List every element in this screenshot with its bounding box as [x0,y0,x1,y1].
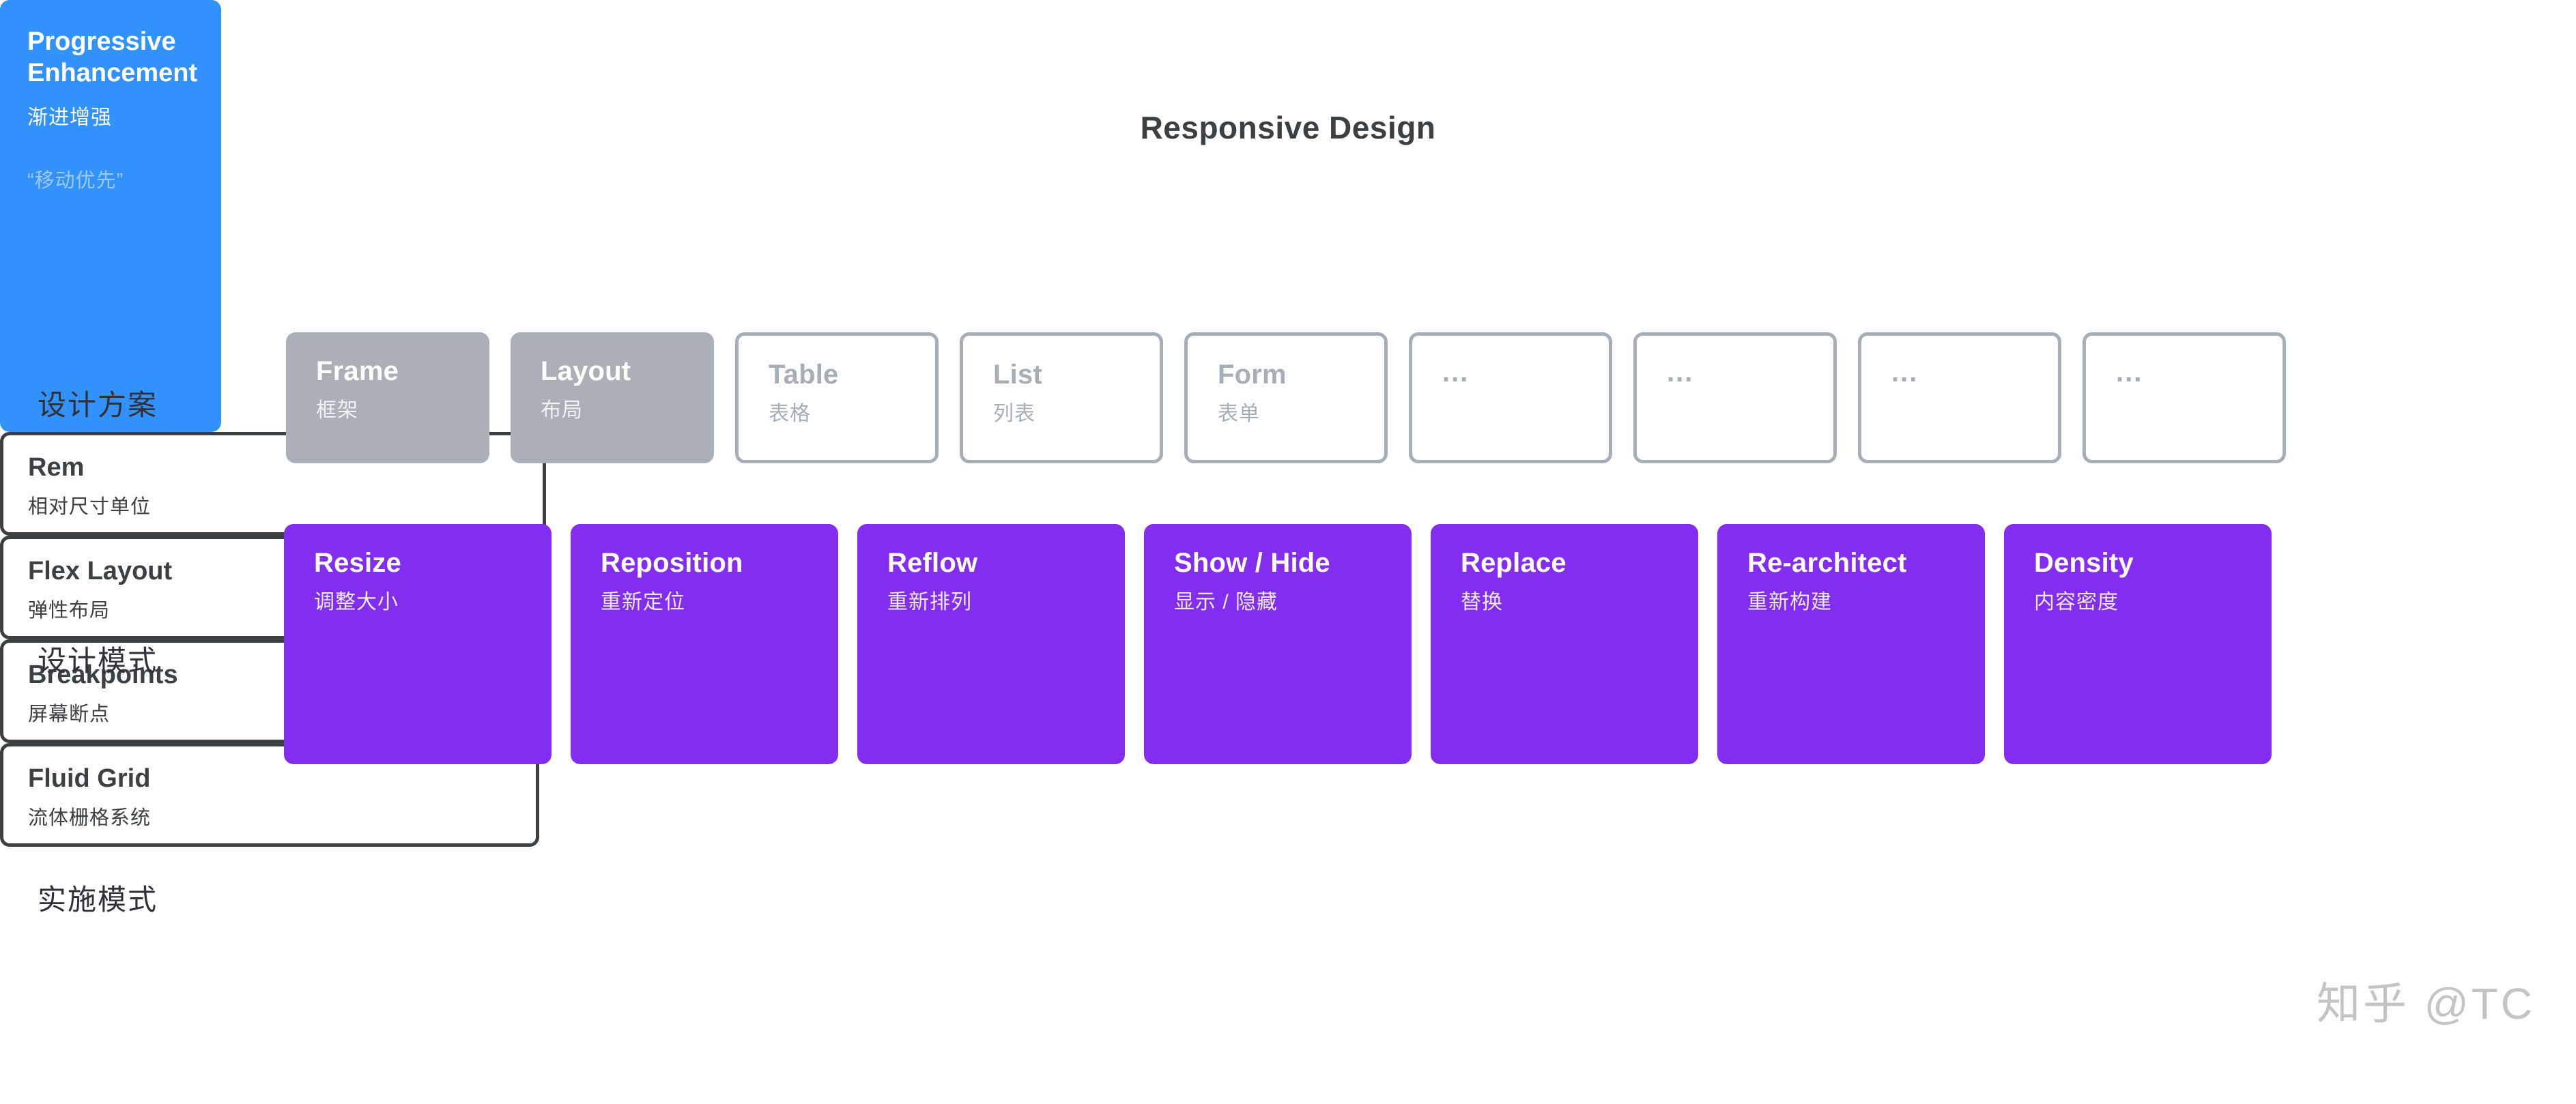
solution-card-placeholder-3[interactable]: ... [1858,332,2061,463]
pattern-card-subtitle: 内容密度 [2034,591,2119,614]
solution-card-subtitle: 列表 [993,403,1035,426]
solution-card-table[interactable]: Table 表格 [735,332,939,463]
progressive-enhancement-card[interactable]: Progressive Enhancement 渐进增强 “移动优先” [0,0,221,432]
diagram-canvas: Responsive Design 设计方案 设计模式 实施模式 Frame 框… [0,0,2576,1104]
pattern-card-replace[interactable]: Replace 替换 [1431,524,1698,764]
ellipsis-icon: ... [1667,358,1694,388]
pattern-card-subtitle: 显示 / 隐藏 [1174,591,1278,614]
pattern-card-title: Reflow [887,548,978,578]
solution-card-subtitle: 表单 [1218,403,1260,426]
solution-card-title: Form [1218,360,1287,390]
pattern-card-title: Show / Hide [1174,548,1330,578]
solution-card-subtitle: 表格 [769,403,811,426]
pattern-card-title: Replace [1461,548,1566,578]
solution-card-subtitle: 框架 [316,399,358,422]
pattern-card-show-hide[interactable]: Show / Hide 显示 / 隐藏 [1144,524,1412,764]
solution-card-title: Table [769,360,839,390]
page-title: Responsive Design [1140,110,1436,145]
pattern-card-resize[interactable]: Resize 调整大小 [284,524,552,764]
solution-card-subtitle: 布局 [541,399,583,422]
solution-card-title: Frame [316,356,399,386]
ellipsis-icon: ... [2116,358,2143,388]
progressive-enhancement-title: Progressive Enhancement [27,27,198,88]
ellipsis-icon: ... [1442,358,1470,388]
solution-card-placeholder-2[interactable]: ... [1633,332,1837,463]
pattern-card-subtitle: 替换 [1461,591,1503,614]
implementation-card-title: Fluid Grid [28,764,151,793]
implementation-card-subtitle: 相对尺寸单位 [28,496,152,518]
pattern-card-reflow[interactable]: Reflow 重新排列 [857,524,1125,764]
solution-card-placeholder-4[interactable]: ... [2083,332,2286,463]
pattern-card-density[interactable]: Density 内容密度 [2004,524,2272,764]
solution-card-frame[interactable]: Frame 框架 [286,332,489,463]
pattern-card-subtitle: 重新定位 [601,591,685,614]
watermark: 知乎 @TC [2316,979,2535,1028]
solution-card-title: List [993,360,1042,390]
solution-card-layout[interactable]: Layout 布局 [511,332,714,463]
row-label-design-pattern: 设计模式 [38,645,158,677]
solution-card-list[interactable]: List 列表 [960,332,1163,463]
pattern-card-title: Reposition [601,548,743,578]
implementation-card-subtitle: 流体栅格系统 [28,807,152,829]
pattern-card-title: Re-architect [1747,548,1907,578]
pattern-card-title: Density [2034,548,2134,578]
pattern-card-re-architect[interactable]: Re-architect 重新构建 [1717,524,1985,764]
pattern-card-subtitle: 重新构建 [1747,591,1832,614]
row-label-design-solution: 设计方案 [38,389,158,421]
row-label-implementation-pattern: 实施模式 [38,884,158,916]
solution-card-placeholder-1[interactable]: ... [1409,332,1612,463]
pattern-card-subtitle: 重新排列 [887,591,972,614]
pattern-card-title: Resize [314,548,401,578]
solution-card-title: Layout [541,356,631,386]
solution-card-form[interactable]: Form 表单 [1184,332,1388,463]
pattern-card-reposition[interactable]: Reposition 重新定位 [571,524,838,764]
progressive-enhancement-quote: “移动优先” [27,169,124,192]
ellipsis-icon: ... [1891,358,1919,388]
pattern-card-subtitle: 调整大小 [314,591,399,614]
